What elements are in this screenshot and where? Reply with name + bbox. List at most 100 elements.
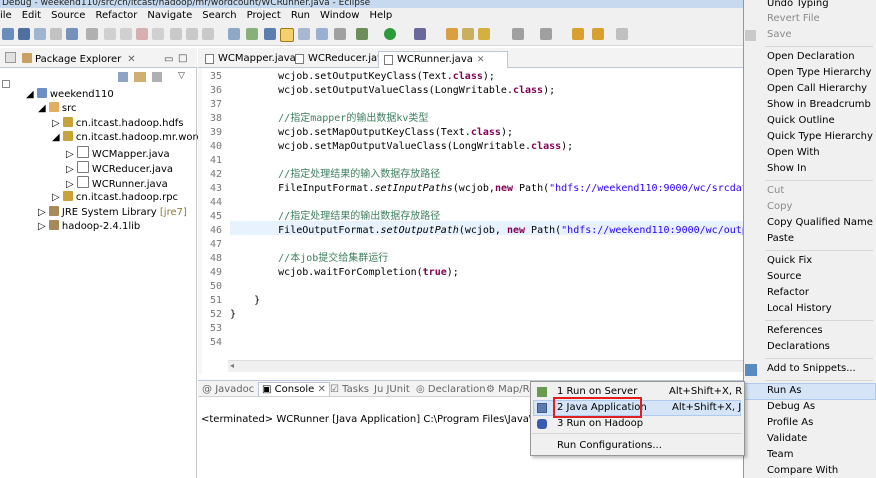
terminal-icon[interactable] bbox=[66, 28, 78, 40]
external-tools-icon[interactable] bbox=[414, 28, 426, 40]
menu-item-declarations[interactable]: Declarations bbox=[767, 340, 830, 354]
menu-item-show-in[interactable]: Show In bbox=[767, 162, 806, 176]
menu-item-cut[interactable]: Cut bbox=[767, 184, 784, 198]
menu-item-profile-as[interactable]: Profile As bbox=[767, 416, 813, 430]
collapse-all-icon[interactable] bbox=[118, 72, 128, 82]
menu-item-add-to-snippets[interactable]: Add to Snippets... bbox=[767, 362, 856, 376]
menu-refactor[interactable]: Refactor bbox=[90, 8, 142, 24]
step-over-icon[interactable] bbox=[186, 28, 198, 40]
forward-icon[interactable] bbox=[592, 28, 604, 40]
menu-item-copy-qualified-name[interactable]: Copy Qualified Name bbox=[767, 216, 873, 230]
tree-item-hadoop-lib[interactable]: ▷ hadoop-2.4.1lib bbox=[38, 220, 140, 233]
tab-wcreducer[interactable]: WCReducer.java bbox=[290, 51, 389, 68]
menu-window[interactable]: Window bbox=[315, 8, 364, 24]
tree-item-hdfs-package[interactable]: ▷ cn.itcast.hadoop.hdfs bbox=[52, 117, 184, 130]
new-package-icon[interactable] bbox=[462, 28, 474, 40]
editor-horizontal-scrollbar[interactable]: ◂ bbox=[228, 360, 743, 372]
tree-item-src[interactable]: ◢ src bbox=[38, 102, 76, 115]
tab-wcrunner[interactable]: WCRunner.java ✕ bbox=[378, 51, 508, 69]
side-icon[interactable] bbox=[2, 80, 10, 88]
tab-junit[interactable]: Ju JUnit bbox=[374, 383, 410, 396]
show-whitespace-icon[interactable] bbox=[316, 28, 328, 40]
edit-icon[interactable] bbox=[334, 28, 346, 40]
view-menu-icon[interactable]: ▽ bbox=[178, 71, 185, 81]
suspend-icon[interactable] bbox=[120, 28, 132, 40]
menu-item-source[interactable]: Source bbox=[767, 270, 801, 284]
tree-item-jre-library[interactable]: ▷ JRE System Library [jre7] bbox=[38, 206, 187, 219]
skip-breakpoints-icon[interactable] bbox=[86, 28, 98, 40]
tree-item-weekend110[interactable]: ◢ weekend110 bbox=[26, 88, 114, 101]
menu-item-quick-outline[interactable]: Quick Outline bbox=[767, 114, 835, 128]
tree-item-wcreducer[interactable]: ▷ WCReducer.java bbox=[66, 161, 173, 176]
menu-edit[interactable]: Edit bbox=[17, 8, 46, 24]
focus-icon[interactable] bbox=[152, 72, 162, 82]
block-selection-icon[interactable] bbox=[298, 28, 310, 40]
run-icon[interactable] bbox=[384, 28, 396, 40]
step-return-icon[interactable] bbox=[202, 28, 214, 40]
menu-item-quick-fix[interactable]: Quick Fix bbox=[767, 254, 812, 268]
menu-item-open-with[interactable]: Open With bbox=[767, 146, 820, 160]
step-into-icon[interactable] bbox=[170, 28, 182, 40]
tab-console[interactable]: ▣ Console ✕ bbox=[258, 382, 330, 396]
menu-item-show-in-breadcrumb[interactable]: Show in Breadcrumb bbox=[767, 98, 871, 112]
minimize-icon[interactable]: ▭ bbox=[164, 54, 173, 65]
menu-item-undo-typing[interactable]: Undo Typing bbox=[767, 0, 829, 11]
menu-item-refactor[interactable]: Refactor bbox=[767, 286, 809, 300]
new-icon[interactable] bbox=[2, 28, 14, 40]
close-icon[interactable]: ✕ bbox=[477, 55, 485, 65]
menu-item-paste[interactable]: Paste bbox=[767, 232, 794, 246]
maximize-icon[interactable]: □ bbox=[178, 53, 187, 64]
menu-item-team[interactable]: Team bbox=[767, 448, 793, 462]
annotation-icon[interactable] bbox=[540, 28, 552, 40]
menu-item-references[interactable]: References bbox=[767, 324, 823, 338]
package-explorer-tab[interactable]: Package Explorer ✕ bbox=[22, 51, 184, 69]
use-step-filters-icon[interactable] bbox=[228, 28, 240, 40]
menu-run[interactable]: Run bbox=[286, 8, 315, 24]
new-java-project-icon[interactable] bbox=[446, 28, 458, 40]
search-icon[interactable] bbox=[512, 28, 524, 40]
next-edit-icon[interactable] bbox=[616, 28, 628, 40]
tree-item-wcmapper[interactable]: ▷ WCMapper.java bbox=[66, 146, 170, 161]
menu-item-open-call-hierarchy[interactable]: Open Call Hierarchy bbox=[767, 82, 867, 96]
tree-item-rpc-package[interactable]: ▷ cn.itcast.hadoop.rpc bbox=[52, 191, 178, 204]
resume-icon[interactable] bbox=[104, 28, 116, 40]
tab-tasks[interactable]: ☑ Tasks bbox=[330, 383, 369, 396]
tab-javadoc[interactable]: @ Javadoc bbox=[202, 383, 254, 396]
menu-item-open-declaration[interactable]: Open Declaration bbox=[767, 50, 855, 64]
menu-help[interactable]: Help bbox=[364, 8, 397, 24]
run-on-hadoop-item[interactable]: 3 Run on Hadoop bbox=[557, 417, 643, 431]
terminate-icon[interactable] bbox=[136, 28, 148, 40]
print-icon[interactable] bbox=[50, 28, 62, 40]
menu-file[interactable]: ile bbox=[0, 8, 17, 24]
back-icon[interactable] bbox=[572, 28, 584, 40]
menu-item-save[interactable]: Save bbox=[767, 28, 792, 42]
pin-icon[interactable] bbox=[246, 28, 258, 40]
toggle-mark-icon[interactable] bbox=[264, 28, 276, 40]
minimized-view-icon[interactable] bbox=[5, 52, 16, 63]
tree-item-wcrunner[interactable]: ▷ WCRunner.java bbox=[66, 176, 168, 191]
menu-item-quick-type-hierarchy[interactable]: Quick Type Hierarchy bbox=[767, 130, 873, 144]
tree-item-wordcount-package[interactable]: ◢ cn.itcast.hadoop.mr.wordcc bbox=[52, 131, 214, 144]
scroll-left-icon[interactable]: ◂ bbox=[230, 361, 234, 370]
save-icon[interactable] bbox=[18, 28, 30, 40]
menu-search[interactable]: Search bbox=[197, 8, 241, 24]
link-with-editor-icon[interactable] bbox=[134, 72, 146, 82]
menu-item-open-type-hierarchy[interactable]: Open Type Hierarchy bbox=[767, 66, 871, 80]
save-all-icon[interactable] bbox=[34, 28, 46, 40]
close-icon[interactable]: ✕ bbox=[127, 54, 135, 65]
disconnect-icon[interactable] bbox=[152, 28, 164, 40]
tab-declaration[interactable]: ◎ Declaration bbox=[416, 383, 486, 396]
menu-item-revert-file[interactable]: Revert File bbox=[767, 12, 820, 26]
menu-navigate[interactable]: Navigate bbox=[142, 8, 197, 24]
run-configurations-item[interactable]: Run Configurations... bbox=[557, 439, 662, 453]
highlight-icon[interactable] bbox=[280, 28, 294, 42]
menu-item-local-history[interactable]: Local History bbox=[767, 302, 832, 316]
debug-icon[interactable] bbox=[356, 28, 368, 40]
tab-map-reduce[interactable]: ⚙ Map/Re bbox=[486, 383, 535, 396]
menu-source[interactable]: Source bbox=[46, 8, 90, 24]
menu-item-compare-with[interactable]: Compare With bbox=[767, 464, 838, 478]
menu-item-validate[interactable]: Validate bbox=[767, 432, 807, 446]
tab-wcmapper[interactable]: WCMapper.java bbox=[200, 51, 296, 68]
menu-item-copy[interactable]: Copy bbox=[767, 200, 792, 214]
new-class-icon[interactable] bbox=[478, 28, 490, 40]
